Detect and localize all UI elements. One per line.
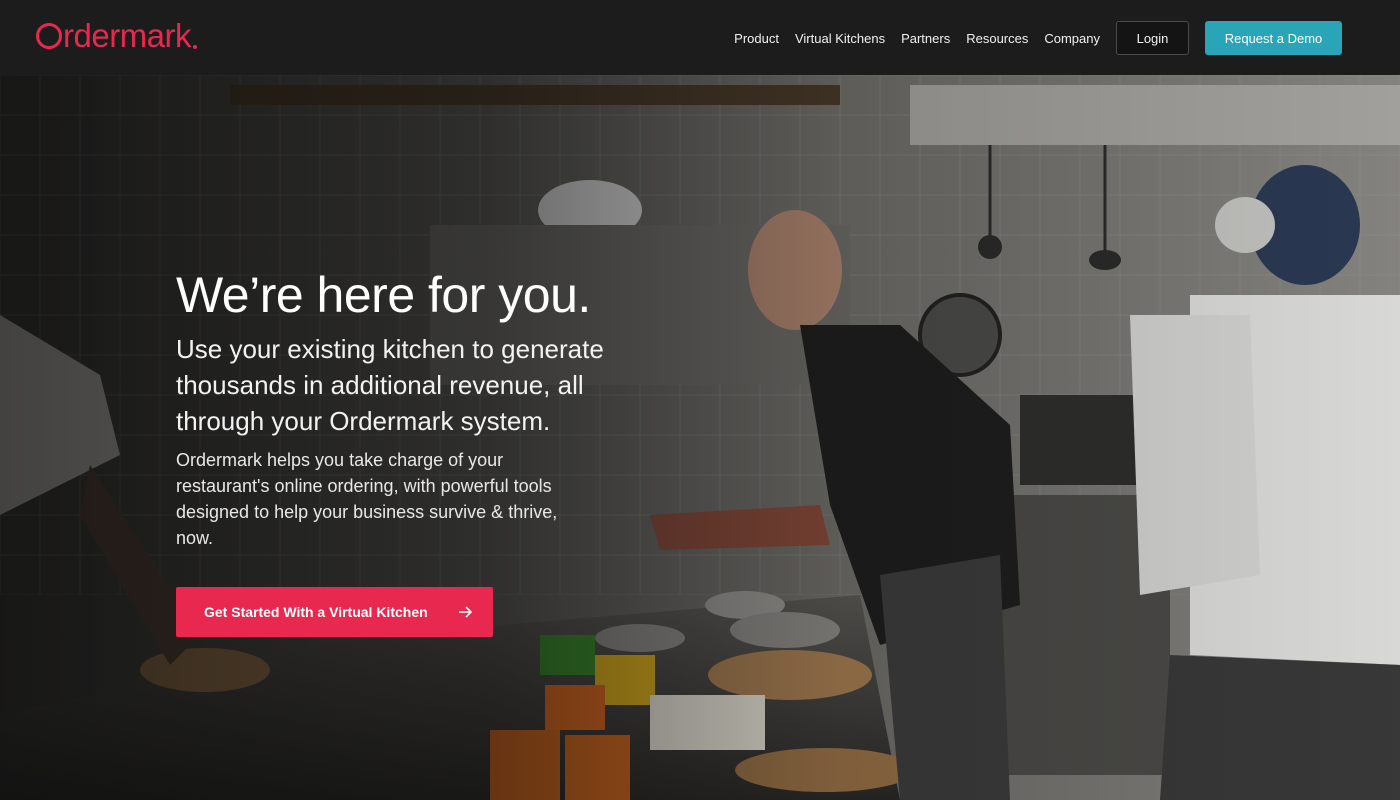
login-button[interactable]: Login [1116, 21, 1189, 55]
logo-dot-icon [193, 45, 198, 49]
hero-title: We’re here for you. [176, 267, 591, 323]
cta-label: Get Started With a Virtual Kitchen [204, 604, 428, 620]
site-header: rdermark Product Virtual Kitchens Partne… [0, 0, 1400, 75]
hero-description: Ordermark helps you take charge of your … [176, 450, 558, 548]
hero-subtitle: Use your existing kitchen to generate th… [176, 334, 604, 436]
get-started-virtual-kitchen-button[interactable]: Get Started With a Virtual Kitchen [176, 587, 493, 637]
ordermark-logo[interactable]: rdermark [36, 16, 198, 56]
arrow-right-icon [459, 606, 473, 618]
logo-o-icon [36, 23, 62, 49]
nav-product[interactable]: Product [734, 31, 779, 46]
hero-content: We’re here for you. Use your existing ki… [176, 265, 636, 551]
main-nav: Product Virtual Kitchens Partners Resour… [734, 21, 1342, 55]
logo-text: rdermark [63, 17, 192, 54]
nav-company[interactable]: Company [1044, 31, 1100, 46]
hero-section: We’re here for you. Use your existing ki… [0, 75, 1400, 800]
request-demo-button[interactable]: Request a Demo [1205, 21, 1342, 55]
nav-resources[interactable]: Resources [966, 31, 1028, 46]
nav-partners[interactable]: Partners [901, 31, 950, 46]
nav-virtual-kitchens[interactable]: Virtual Kitchens [795, 31, 885, 46]
